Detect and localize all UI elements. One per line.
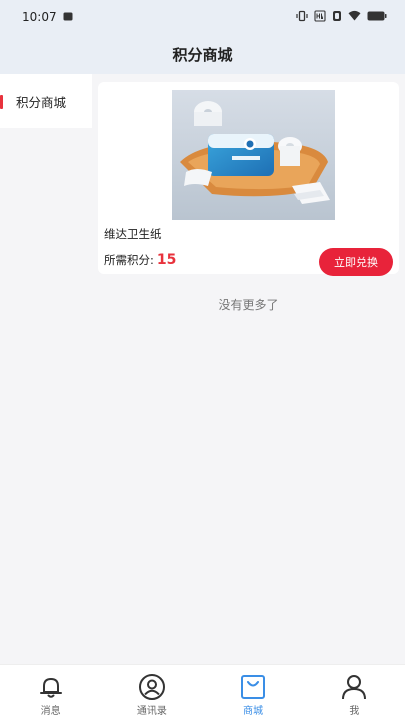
battery-icon bbox=[367, 10, 387, 24]
bell-icon bbox=[36, 673, 66, 701]
vibrate-icon bbox=[296, 10, 308, 25]
page-title: 积分商城 bbox=[172, 45, 233, 64]
tab-label: 通讯录 bbox=[136, 706, 167, 717]
tab-label: 商城 bbox=[243, 706, 264, 717]
wifi-icon bbox=[348, 10, 361, 24]
active-indicator bbox=[0, 95, 3, 109]
points-label: 所需积分: bbox=[104, 253, 154, 267]
tab-messages[interactable]: 消息 bbox=[0, 665, 101, 720]
status-left: 10:07 bbox=[22, 10, 73, 24]
tab-label: 消息 bbox=[40, 706, 61, 717]
page-header: 积分商城 bbox=[0, 34, 405, 74]
status-bar: 10:07 bbox=[0, 0, 405, 34]
bottom-tab-bar: 消息 通讯录 商城 我 bbox=[0, 664, 405, 720]
product-list[interactable]: 维达卫生纸 所需积分: 15 立即兑换 没有更多了 bbox=[92, 74, 405, 664]
points-value: 15 bbox=[156, 252, 177, 268]
contact-icon bbox=[137, 673, 167, 701]
points-row: 所需积分: 15 bbox=[104, 252, 176, 268]
product-name: 维达卫生纸 bbox=[104, 227, 162, 241]
tab-me[interactable]: 我 bbox=[304, 665, 405, 720]
product-card[interactable]: 维达卫生纸 所需积分: 15 立即兑换 bbox=[98, 82, 399, 276]
status-right bbox=[296, 9, 387, 25]
sidebar-item-points-mall[interactable]: 积分商城 bbox=[0, 74, 92, 128]
tab-contacts[interactable]: 通讯录 bbox=[101, 665, 202, 720]
product-image[interactable] bbox=[172, 90, 335, 220]
shopping-bag-icon bbox=[238, 673, 268, 701]
sidebar-item-label: 积分商城 bbox=[16, 94, 67, 110]
hd-icon bbox=[314, 9, 326, 25]
list-end-text: 没有更多了 bbox=[218, 298, 279, 312]
tab-mall[interactable]: 商城 bbox=[203, 665, 304, 720]
category-sidebar: 积分商城 bbox=[0, 74, 92, 664]
notification-icon bbox=[63, 10, 73, 24]
status-time: 10:07 bbox=[22, 10, 57, 24]
data-icon bbox=[332, 10, 342, 25]
redeem-button[interactable]: 立即兑换 bbox=[319, 248, 393, 276]
tab-label: 我 bbox=[349, 706, 360, 717]
person-icon bbox=[339, 673, 369, 701]
